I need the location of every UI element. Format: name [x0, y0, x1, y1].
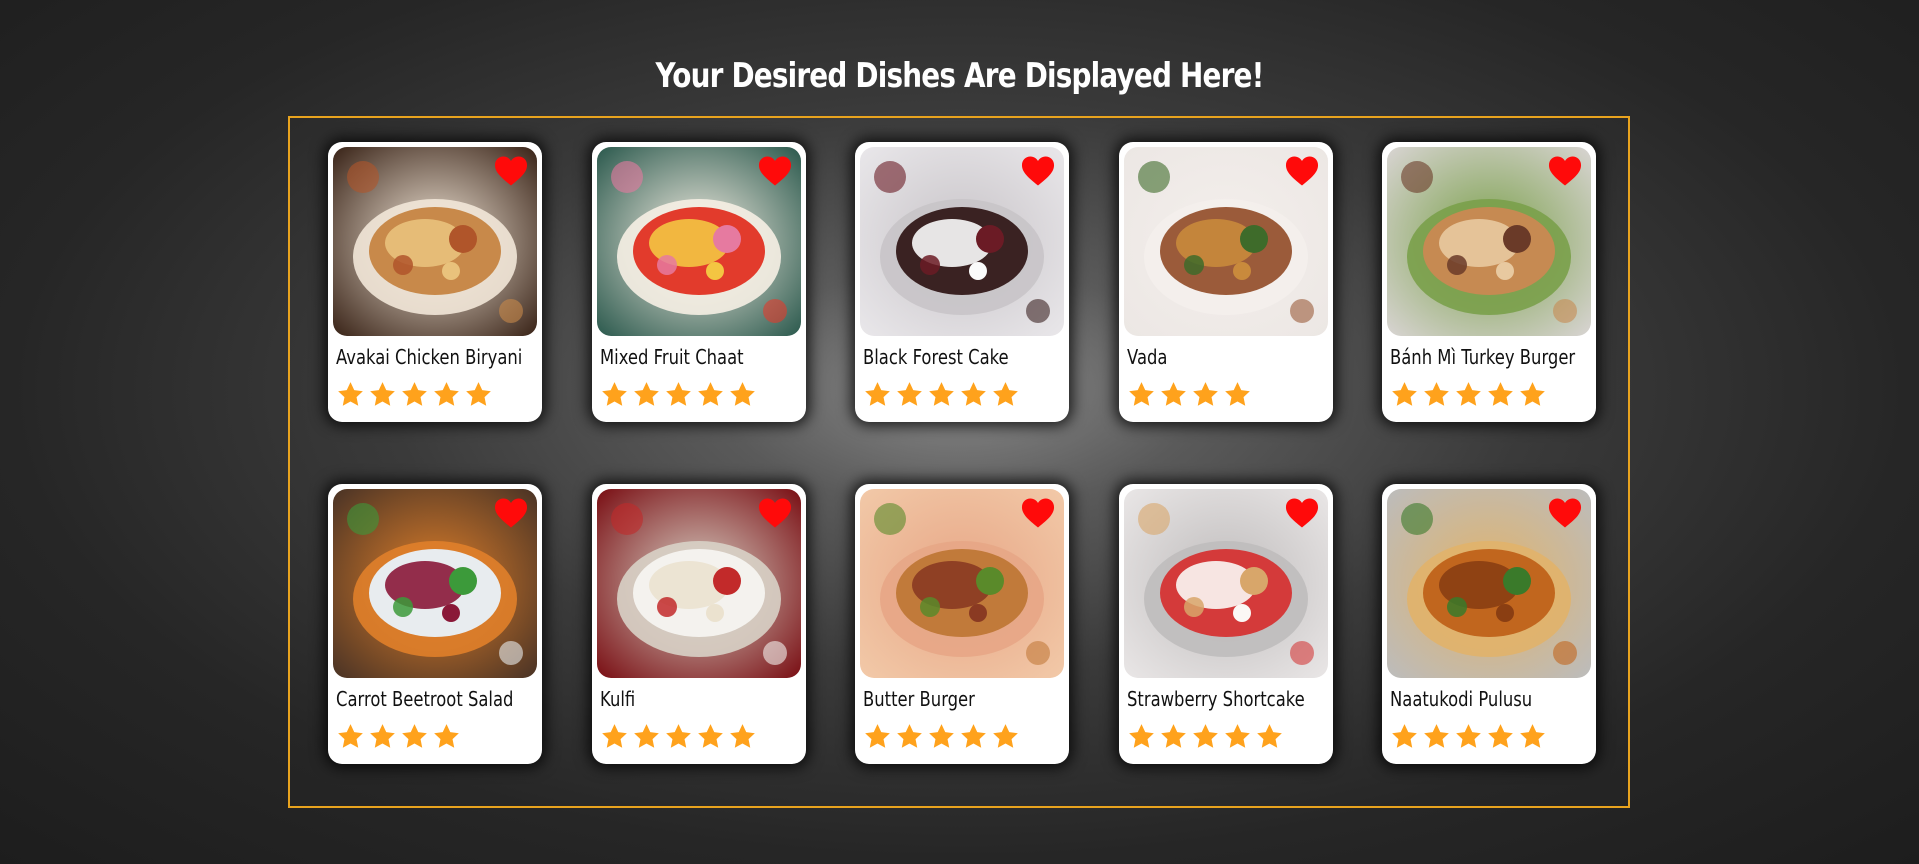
star-icon — [1518, 722, 1547, 751]
star-icon — [1422, 380, 1451, 409]
star-icon — [959, 380, 988, 409]
star-icon — [632, 380, 661, 409]
dish-card[interactable]: Butter Burger — [855, 484, 1069, 764]
dish-card[interactable]: Mixed Fruit Chaat — [592, 142, 806, 422]
heart-icon[interactable] — [1548, 498, 1582, 528]
star-icon — [991, 380, 1020, 409]
dish-card[interactable]: Black Forest Cake — [855, 142, 1069, 422]
dish-card[interactable]: Naatukodi Pulusu — [1382, 484, 1596, 764]
star-icon — [432, 722, 461, 751]
star-icon — [664, 380, 693, 409]
star-icon — [927, 380, 956, 409]
star-icon — [1486, 380, 1515, 409]
star-icon — [336, 380, 365, 409]
star-icon — [1390, 380, 1419, 409]
heart-icon[interactable] — [1548, 156, 1582, 186]
dish-name: Naatukodi Pulusu — [1390, 687, 1533, 711]
star-icon — [600, 380, 629, 409]
dish-card[interactable]: Bánh Mì Turkey Burger — [1382, 142, 1596, 422]
star-icon — [895, 380, 924, 409]
star-icon — [632, 722, 661, 751]
star-rating — [336, 380, 493, 409]
star-icon — [1127, 380, 1156, 409]
dish-card[interactable]: Kulfi — [592, 484, 806, 764]
dish-name: Bánh Mì Turkey Burger — [1390, 345, 1576, 369]
star-icon — [1454, 380, 1483, 409]
star-icon — [336, 722, 365, 751]
star-icon — [664, 722, 693, 751]
star-icon — [991, 722, 1020, 751]
dish-name: Strawberry Shortcake — [1127, 687, 1305, 711]
star-icon — [696, 380, 725, 409]
star-icon — [368, 722, 397, 751]
dish-card[interactable]: Avakai Chicken Biryani — [328, 142, 542, 422]
star-icon — [728, 722, 757, 751]
star-rating — [1390, 380, 1547, 409]
star-rating — [863, 380, 1020, 409]
dish-name: Avakai Chicken Biryani — [336, 345, 523, 369]
star-icon — [464, 380, 493, 409]
star-icon — [1255, 722, 1284, 751]
star-rating — [1127, 722, 1284, 751]
star-icon — [368, 380, 397, 409]
heart-icon[interactable] — [758, 156, 792, 186]
star-icon — [1454, 722, 1483, 751]
star-rating — [600, 722, 757, 751]
star-icon — [1486, 722, 1515, 751]
star-icon — [1191, 380, 1220, 409]
star-rating — [1390, 722, 1547, 751]
star-icon — [400, 722, 429, 751]
star-icon — [600, 722, 629, 751]
heart-icon[interactable] — [1021, 498, 1055, 528]
star-icon — [1191, 722, 1220, 751]
heart-icon[interactable] — [1021, 156, 1055, 186]
star-icon — [1159, 380, 1188, 409]
dish-card[interactable]: Vada — [1119, 142, 1333, 422]
star-icon — [1422, 722, 1451, 751]
heart-icon[interactable] — [494, 156, 528, 186]
page-title: Your Desired Dishes Are Displayed Here! — [655, 56, 1264, 96]
heart-icon[interactable] — [494, 498, 528, 528]
dish-card[interactable]: Carrot Beetroot Salad — [328, 484, 542, 764]
star-icon — [696, 722, 725, 751]
star-icon — [895, 722, 924, 751]
star-icon — [959, 722, 988, 751]
dish-name: Kulfi — [600, 687, 636, 711]
star-rating — [600, 380, 757, 409]
star-icon — [1518, 380, 1547, 409]
dish-name: Butter Burger — [863, 687, 975, 711]
star-icon — [927, 722, 956, 751]
star-icon — [1223, 722, 1252, 751]
star-rating — [336, 722, 461, 751]
dish-gallery: Avakai Chicken Biryani Mixed Fruit Chaat B… — [288, 116, 1630, 808]
heart-icon[interactable] — [758, 498, 792, 528]
dish-name: Mixed Fruit Chaat — [600, 345, 744, 369]
star-icon — [728, 380, 757, 409]
star-icon — [400, 380, 429, 409]
heart-icon[interactable] — [1285, 156, 1319, 186]
star-icon — [1390, 722, 1419, 751]
dish-name: Black Forest Cake — [863, 345, 1009, 369]
star-icon — [863, 722, 892, 751]
star-rating — [1127, 380, 1252, 409]
star-icon — [432, 380, 461, 409]
star-icon — [1159, 722, 1188, 751]
heart-icon[interactable] — [1285, 498, 1319, 528]
dish-name: Carrot Beetroot Salad — [336, 687, 514, 711]
star-icon — [1127, 722, 1156, 751]
star-rating — [863, 722, 1020, 751]
star-icon — [863, 380, 892, 409]
dish-card[interactable]: Strawberry Shortcake — [1119, 484, 1333, 764]
star-icon — [1223, 380, 1252, 409]
dish-name: Vada — [1127, 345, 1168, 369]
